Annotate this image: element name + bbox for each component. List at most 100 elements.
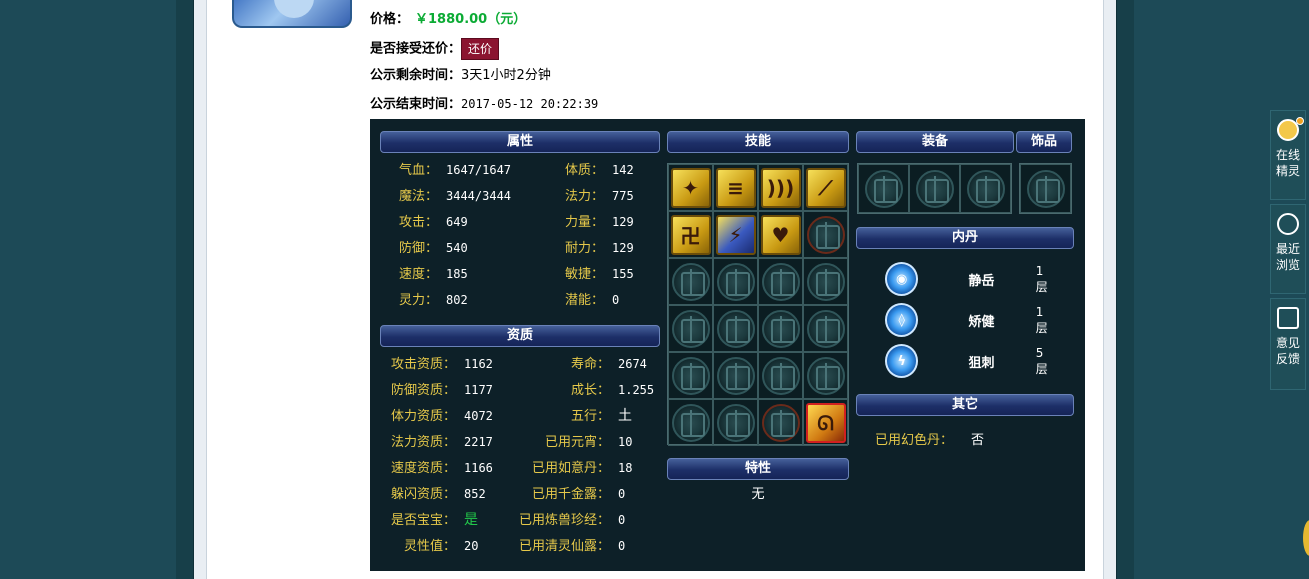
sidebar-recent[interactable]: 最近浏览 <box>1270 204 1306 294</box>
empty-slot-icon <box>716 262 755 301</box>
apt-lifespan: 寿命： 2674 <box>570 357 647 372</box>
inner-core-item: ◉ 静岳 1层 <box>885 259 1055 299</box>
apt-attack: 攻击资质： 1162 <box>390 357 493 372</box>
attributes-header: 属性 <box>380 131 660 153</box>
attr-hp: 气血： 1647/1647 <box>398 163 512 178</box>
skill-slot-empty <box>668 258 713 305</box>
apt-element: 五行：土 <box>570 408 632 424</box>
skill-slot-empty <box>758 258 803 305</box>
attr-spirit: 灵力： 802 <box>398 293 468 308</box>
empty-slot-icon <box>806 356 845 395</box>
pet-detail-panel: 属性 技能 装备 饰品 气血： 1647/1647 体质： 142 魔法： 3444/… <box>370 119 1085 571</box>
aptitude-header: 资质 <box>380 325 660 347</box>
sidebar-online-label: 在线精灵 <box>1276 148 1301 178</box>
ornament-slot <box>1019 163 1072 214</box>
inner-core-juci-icon[interactable]: ϟ <box>885 344 919 378</box>
attr-strength: 力量： 129 <box>564 215 634 230</box>
empty-slot-icon <box>761 309 800 348</box>
empty-slot-icon <box>761 356 800 395</box>
notification-dot <box>1296 117 1304 125</box>
skill-slot-locked <box>803 211 848 258</box>
attr-mp: 魔法： 3444/3444 <box>398 189 512 204</box>
skill-orbs-icon: ✦ <box>670 167 711 208</box>
bargain-button[interactable]: 还价 <box>461 38 500 60</box>
remain-time-value: 3天1小时2分钟 <box>461 68 551 83</box>
apt-qianjinlu: 已用千金露： 0 <box>531 487 626 502</box>
price-row: 价格： ￥1880.00（元） <box>370 9 526 31</box>
skill-slot[interactable]: ✦ <box>668 164 713 211</box>
apt-qingling: 已用清灵仙露： 0 <box>518 539 626 554</box>
page-frame-right <box>1116 0 1134 579</box>
empty-slot-icon <box>806 262 845 301</box>
empty-slot-icon <box>671 309 710 348</box>
other-value: 否 <box>971 433 985 448</box>
inner-core-jingyue-icon[interactable]: ◉ <box>885 262 919 296</box>
empty-slot-icon <box>806 309 845 348</box>
edit-icon <box>1277 307 1299 329</box>
clock-icon <box>1277 213 1299 235</box>
skill-special-icon: ᘏ <box>805 402 846 443</box>
locked-slot-icon <box>761 403 800 442</box>
end-time-value: 2017-05-12 20:22:39 <box>461 97 599 111</box>
attr-potential: 潜能： 0 <box>564 293 620 308</box>
inner-core-jiaojian-icon[interactable]: ◊ <box>885 303 919 337</box>
skill-slot-empty <box>668 305 713 352</box>
inner-core-name: 狙刺 <box>968 355 995 371</box>
skills-header: 技能 <box>667 131 849 153</box>
skill-slot-locked <box>758 399 803 446</box>
apt-is-baby: 是否宝宝：是 <box>390 512 478 528</box>
attr-defense: 防御： 540 <box>398 241 468 256</box>
skill-slot-empty <box>713 305 758 352</box>
equipment-slot[interactable] <box>858 164 909 213</box>
apt-speed: 速度资质： 1166 <box>390 461 493 476</box>
apt-defense: 防御资质： 1177 <box>390 383 493 398</box>
skill-slot[interactable]: ))) <box>758 164 803 211</box>
skill-slot-empty <box>803 352 848 399</box>
ornament-slot-cell[interactable] <box>1020 164 1071 213</box>
skill-lightning-icon: ⚡ <box>715 214 756 255</box>
sidebar-feedback[interactable]: 意见反馈 <box>1270 298 1306 390</box>
skill-scroll-icon: ≡ <box>715 167 756 208</box>
empty-slot-icon <box>761 262 800 301</box>
inner-core-name: 矫健 <box>968 314 995 330</box>
sidebar-recent-label: 最近浏览 <box>1276 242 1301 272</box>
apt-lianshou: 已用炼兽珍经： 0 <box>518 513 626 528</box>
skill-slot[interactable]: ᘏ <box>803 399 848 446</box>
sidebar-feedback-label: 意见反馈 <box>1276 336 1301 366</box>
empty-slot-icon <box>716 403 755 442</box>
empty-slot-icon <box>966 169 1005 208</box>
empty-slot-icon <box>1026 169 1065 208</box>
page-frame-left <box>176 0 194 579</box>
inner-core-level: 1层 <box>1035 263 1048 294</box>
end-time-row: 公示结束时间：2017-05-12 20:22:39 <box>370 93 598 115</box>
inner-core-item: ◊ 矫健 1层 <box>885 300 1055 340</box>
skill-slot[interactable]: ⚡ <box>713 211 758 258</box>
inner-core-level: 1层 <box>1035 304 1048 335</box>
floating-mascot-icon[interactable] <box>1303 520 1309 556</box>
equipment-slot[interactable] <box>909 164 960 213</box>
empty-slot-icon <box>915 169 954 208</box>
skill-slot-empty <box>668 399 713 446</box>
skill-slot-empty <box>713 399 758 446</box>
skill-slot[interactable]: ≡ <box>713 164 758 211</box>
empty-slot-icon <box>671 403 710 442</box>
skill-heart-icon: ♥ <box>760 214 801 255</box>
skill-slot[interactable]: 卍 <box>668 211 713 258</box>
remain-time-label: 公示剩余时间： <box>370 68 462 83</box>
traits-header: 特性 <box>667 458 849 480</box>
other-dye-pill: 已用幻色丹： 否 <box>875 429 984 448</box>
inner-core-header: 内丹 <box>856 227 1074 249</box>
other-header: 其它 <box>856 394 1074 416</box>
equipment-slot[interactable] <box>960 164 1011 213</box>
bargain-label: 是否接受还价： <box>370 41 462 57</box>
apt-growth: 成长： 1.255 <box>570 383 655 398</box>
skill-slot[interactable]: ⟋ <box>803 164 848 211</box>
empty-slot-icon <box>864 169 903 208</box>
skill-slot[interactable]: ♥ <box>758 211 803 258</box>
apt-stamina: 体力资质： 4072 <box>390 409 493 424</box>
skill-slot-empty <box>758 305 803 352</box>
skill-rune-icon: 卍 <box>670 214 711 255</box>
skill-wave-icon: ))) <box>760 167 801 208</box>
bargain-row: 是否接受还价： 还价 <box>370 38 500 60</box>
attr-speed: 速度： 185 <box>398 267 468 282</box>
